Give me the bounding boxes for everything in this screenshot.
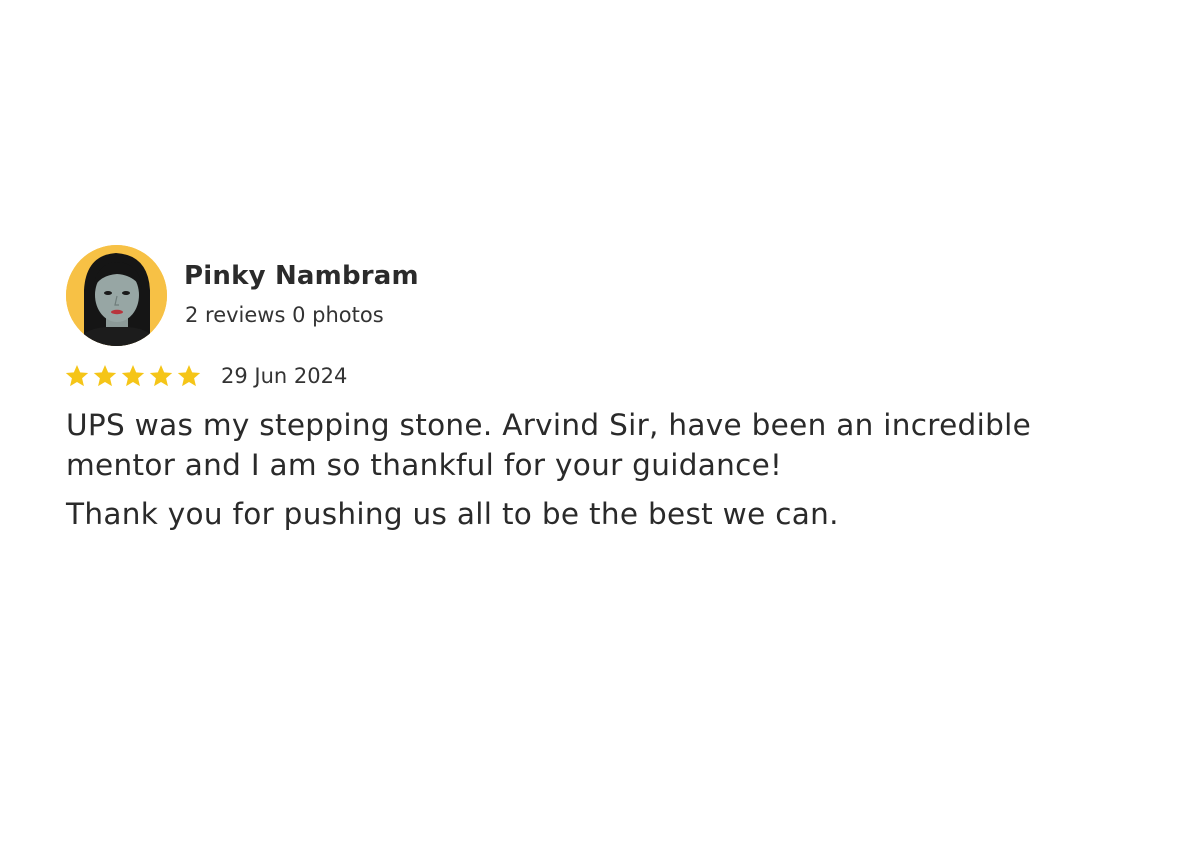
- review-text: UPS was my stepping stone. Arvind Sir, h…: [66, 408, 1032, 482]
- reviewer-stats: 2 reviews 0 photos: [185, 303, 384, 327]
- rating-row: 29 Jun 2024: [64, 362, 347, 390]
- star-rating: [64, 363, 204, 389]
- avatar[interactable]: [66, 245, 167, 346]
- review-date: 29 Jun 2024: [221, 364, 348, 388]
- review-text-closing: Thank you for pushing us all to be the b…: [66, 497, 839, 531]
- star-icon: [177, 364, 201, 387]
- star-icon: [121, 364, 145, 387]
- star-icon: [93, 364, 117, 387]
- star-icon: [149, 364, 173, 387]
- star-icon: [65, 364, 89, 387]
- profile-photo: [66, 245, 167, 346]
- review-card: Pinky Nambram 2 reviews 0 photos 29 Jun …: [0, 0, 1190, 850]
- reviewer-name[interactable]: Pinky Nambram: [184, 261, 419, 291]
